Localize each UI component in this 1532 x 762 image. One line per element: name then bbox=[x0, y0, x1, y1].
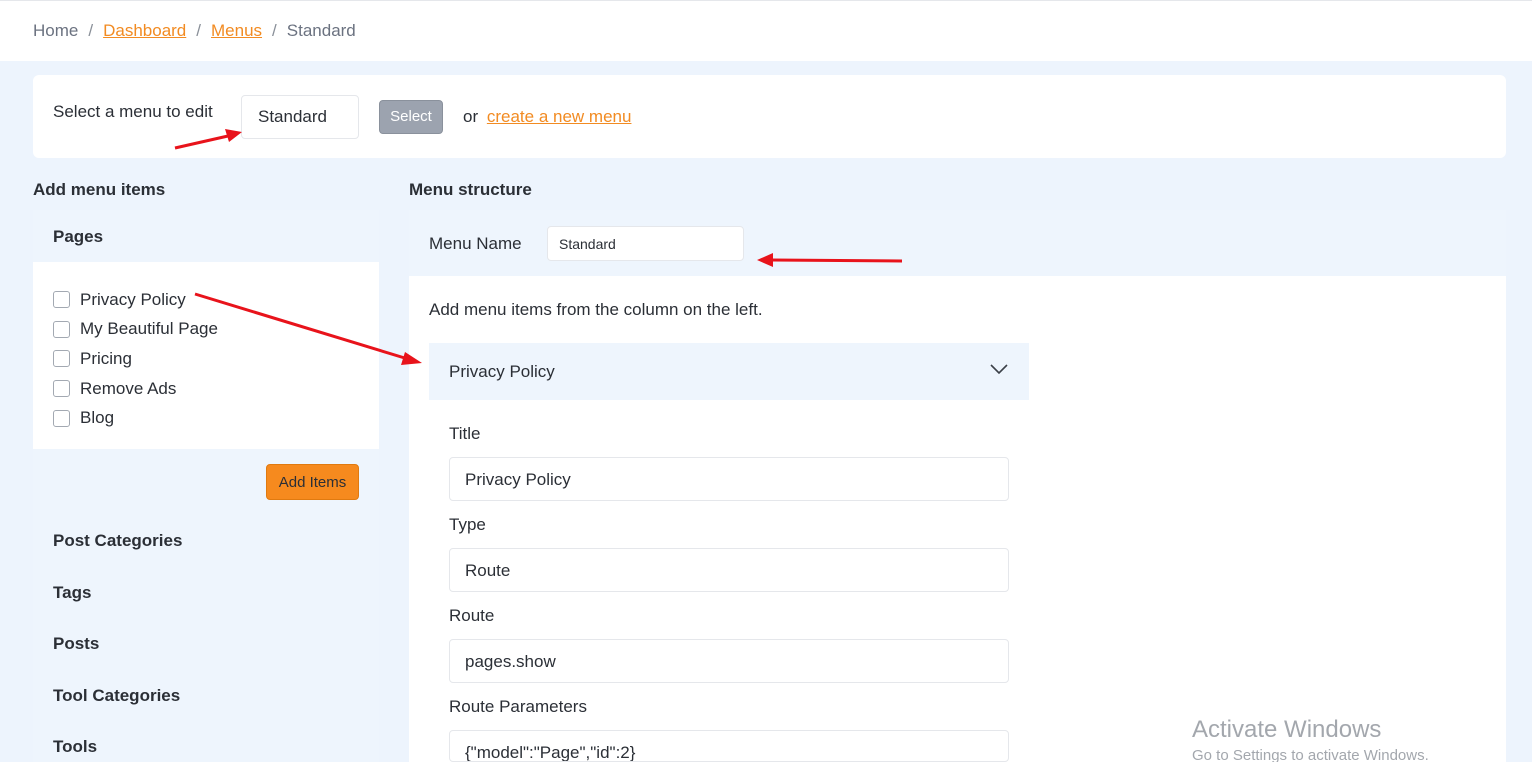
page-checkbox[interactable] bbox=[53, 350, 70, 368]
page-label: Pricing bbox=[80, 348, 132, 368]
page-checkbox[interactable] bbox=[53, 291, 70, 309]
section-post-categories[interactable]: Post Categories bbox=[53, 531, 182, 551]
section-tool-categories[interactable]: Tool Categories bbox=[53, 686, 180, 706]
structure-hint: Add menu items from the column on the le… bbox=[429, 300, 763, 319]
section-posts[interactable]: Posts bbox=[53, 634, 99, 654]
section-tags[interactable]: Tags bbox=[53, 583, 91, 603]
pages-section-heading[interactable]: Pages bbox=[53, 227, 103, 247]
route-field-label: Route bbox=[449, 606, 495, 625]
type-field-label: Type bbox=[449, 515, 486, 534]
title-field-input[interactable]: Privacy Policy bbox=[449, 457, 1009, 501]
route-parameters-field-label: Route Parameters bbox=[449, 697, 587, 716]
create-new-menu-link[interactable]: create a new menu bbox=[487, 107, 632, 126]
breadcrumb: Home / Dashboard / Menus / Standard bbox=[33, 21, 356, 41]
add-items-panel: Pages Privacy Policy My Beautiful Page P… bbox=[33, 210, 379, 762]
type-field-input[interactable]: Route bbox=[449, 548, 1009, 592]
add-menu-items-heading: Add menu items bbox=[33, 180, 166, 199]
menu-name-bar: Menu Name Standard bbox=[409, 210, 1506, 276]
select-menu-card: Select a menu to edit Standard Select or… bbox=[33, 75, 1506, 158]
select-button[interactable]: Select bbox=[379, 100, 443, 134]
breadcrumb-home[interactable]: Home bbox=[33, 21, 78, 41]
breadcrumb-separator: / bbox=[196, 21, 201, 40]
select-menu-label: Select a menu to edit bbox=[53, 102, 213, 121]
menu-name-label: Menu Name bbox=[429, 234, 522, 253]
pages-list: Privacy Policy My Beautiful Page Pricing… bbox=[33, 262, 379, 449]
page-label: My Beautiful Page bbox=[80, 319, 218, 339]
page-label: Blog bbox=[80, 408, 115, 428]
or-label: or bbox=[463, 107, 479, 126]
breadcrumb-dashboard-link[interactable]: Dashboard bbox=[103, 21, 186, 41]
chevron-down-icon[interactable] bbox=[989, 359, 1009, 379]
watermark-subtitle: Go to Settings to activate Windows. bbox=[1192, 747, 1429, 762]
menu-structure-heading: Menu structure bbox=[409, 180, 532, 199]
breadcrumb-separator: / bbox=[88, 21, 94, 40]
page-item-privacy-policy[interactable]: Privacy Policy bbox=[53, 285, 379, 315]
create-menu-text: or create a new menu bbox=[463, 107, 631, 127]
page-checkbox[interactable] bbox=[53, 409, 70, 427]
page-label: Privacy Policy bbox=[80, 289, 186, 309]
page-label: Remove Ads bbox=[80, 378, 177, 398]
route-field-input[interactable]: pages.show bbox=[449, 639, 1009, 683]
top-bar: Home / Dashboard / Menus / Standard bbox=[0, 0, 1532, 61]
title-field-label: Title bbox=[449, 424, 481, 443]
menu-name-input[interactable]: Standard bbox=[547, 226, 744, 261]
menu-structure-panel: Menu Name Standard Add menu items from t… bbox=[409, 210, 1506, 762]
page-checkbox[interactable] bbox=[53, 380, 70, 398]
page-checkbox[interactable] bbox=[53, 320, 70, 338]
page-item-remove-ads[interactable]: Remove Ads bbox=[53, 374, 379, 404]
menu-item-title: Privacy Policy bbox=[449, 362, 555, 381]
route-parameters-field-input[interactable]: {"model":"Page","id":2} bbox=[449, 730, 1009, 762]
windows-activation-watermark: Activate Windows Go to Settings to activ… bbox=[1192, 716, 1429, 762]
watermark-title: Activate Windows bbox=[1192, 716, 1382, 743]
menu-select-dropdown[interactable]: Standard bbox=[241, 95, 359, 139]
menu-item-accordion-header[interactable]: Privacy Policy bbox=[429, 343, 1029, 400]
page-item-pricing[interactable]: Pricing bbox=[53, 344, 379, 374]
add-items-button[interactable]: Add Items bbox=[266, 464, 359, 500]
section-tools[interactable]: Tools bbox=[53, 737, 97, 757]
breadcrumb-current: Standard bbox=[286, 21, 356, 40]
breadcrumb-separator: / bbox=[272, 21, 277, 40]
page-item-blog[interactable]: Blog bbox=[53, 403, 379, 433]
page-item-my-beautiful-page[interactable]: My Beautiful Page bbox=[53, 315, 379, 345]
breadcrumb-menus-link[interactable]: Menus bbox=[211, 21, 262, 41]
